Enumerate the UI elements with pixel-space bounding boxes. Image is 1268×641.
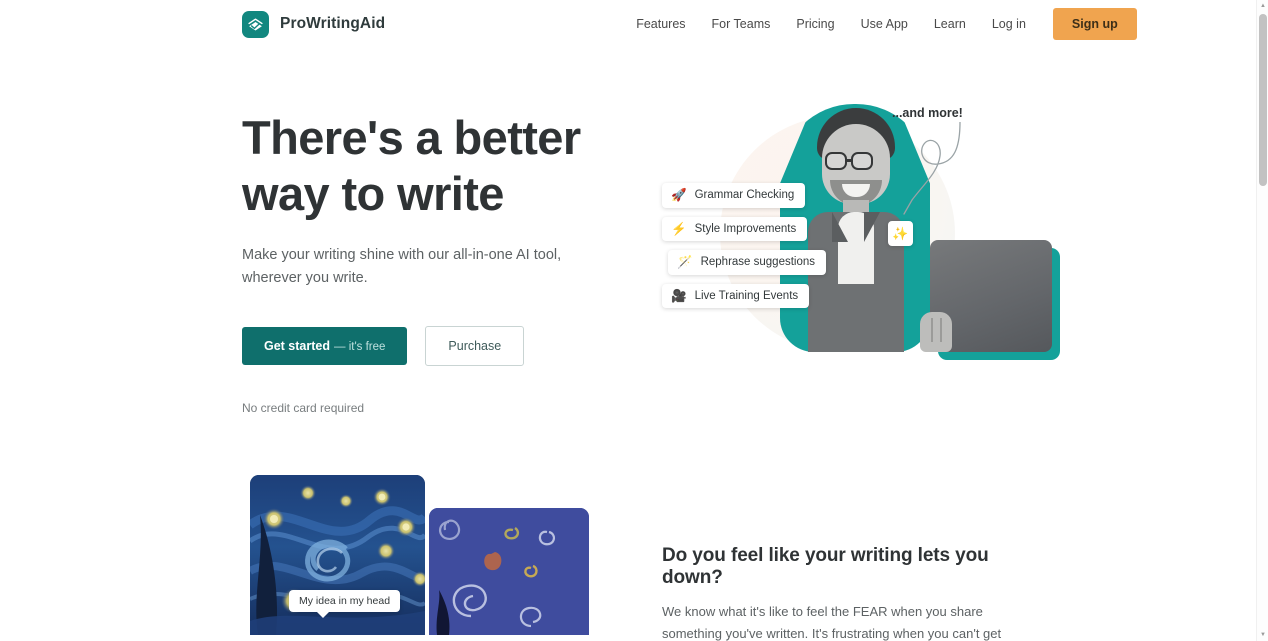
crude-drawing-image	[429, 507, 589, 635]
glasses-bridge	[847, 159, 853, 162]
get-started-button[interactable]: Get started — it's free	[242, 326, 408, 365]
nav-link-use-app[interactable]: Use App	[848, 11, 921, 37]
stacked-pages-check-icon	[242, 10, 269, 38]
feature-chip-grammar-checking: 🚀 Grammar Checking	[662, 183, 806, 208]
feature-chip-label: Style Improvements	[694, 222, 797, 235]
sign-up-button[interactable]: Sign up	[1052, 8, 1137, 40]
site-header: ProWritingAid Features For Teams Pricing…	[0, 0, 1256, 48]
page-title: There's a better way to write	[242, 110, 662, 222]
hero-copy: There's a better way to write Make your …	[242, 98, 662, 415]
hero-actions: Get started — it's free Purchase	[242, 325, 662, 366]
video-camera-icon: 🎥	[671, 288, 687, 303]
lower-copy: Do you feel like your writing lets you d…	[662, 475, 1012, 641]
no-credit-card-note: No credit card required	[242, 400, 365, 415]
page-content: ProWritingAid Features For Teams Pricing…	[0, 0, 1256, 641]
nav-link-features[interactable]: Features	[623, 11, 698, 37]
nav-link-pricing[interactable]: Pricing	[783, 11, 847, 37]
glasses-left-lens	[825, 152, 847, 170]
lightning-icon: ⚡	[671, 221, 687, 236]
page-scrollbar[interactable]: ▲ ▼	[1256, 0, 1268, 641]
feature-chip-rephrase-suggestions: 🪄 Rephrase suggestions	[668, 250, 827, 275]
idea-tooltip: My idea in my head	[289, 589, 401, 618]
hand	[920, 312, 952, 352]
and-more-annotation: ...and more!	[892, 106, 963, 120]
feature-chip-label: Live Training Events	[694, 289, 799, 302]
hero-subtitle: Make your writing shine with our all-in-…	[242, 246, 562, 287]
scroll-down-arrow-icon[interactable]: ▼	[1257, 629, 1268, 641]
feature-chip-list: 🚀 Grammar Checking ⚡ Style Improvements …	[662, 183, 862, 317]
hero-section: There's a better way to write Make your …	[0, 98, 1256, 415]
magic-wand-icon: 🪄	[677, 255, 693, 269]
hero-title-line-1: There's a better	[242, 111, 581, 164]
nav-link-learn[interactable]: Learn	[921, 11, 979, 37]
lower-paragraph: We know what it's like to feel the FEAR …	[662, 603, 1002, 641]
main-nav: Features For Teams Pricing Use App Learn…	[623, 8, 1137, 40]
artwork-comparison: My idea in my head	[242, 474, 632, 635]
lower-section: My idea in my head Do you feel like your…	[0, 474, 1256, 641]
feature-chip-label: Rephrase suggestions	[700, 256, 816, 269]
scroll-up-arrow-icon[interactable]: ▲	[1257, 0, 1268, 12]
hero-title-line-2: way to write	[242, 166, 504, 220]
rocket-icon: 🚀	[671, 188, 687, 202]
nav-link-for-teams[interactable]: For Teams	[699, 11, 784, 37]
collar-right	[864, 212, 880, 242]
brand-logo[interactable]: ProWritingAid	[242, 10, 386, 38]
scrollbar-thumb[interactable]	[1259, 14, 1267, 186]
nav-link-log-in[interactable]: Log in	[979, 11, 1039, 37]
get-started-free-label: — it's free	[334, 340, 386, 353]
get-started-label: Get started	[264, 338, 330, 353]
lower-heading: Do you feel like your writing lets you d…	[662, 544, 989, 588]
feature-chip-live-training-events: 🎥 Live Training Events	[662, 283, 810, 308]
hero-illustration: 🚀 Grammar Checking ⚡ Style Improvements …	[662, 98, 1062, 383]
feature-chip-style-improvements: ⚡ Style Improvements	[662, 216, 808, 241]
sparkles-icon: ✨	[892, 225, 909, 241]
brand-name: ProWritingAid	[280, 15, 386, 32]
purchase-button[interactable]: Purchase	[425, 325, 525, 366]
feature-chip-label: Grammar Checking	[694, 189, 795, 202]
sparkles-badge: ✨	[888, 221, 913, 246]
glasses-right-lens	[851, 152, 873, 170]
